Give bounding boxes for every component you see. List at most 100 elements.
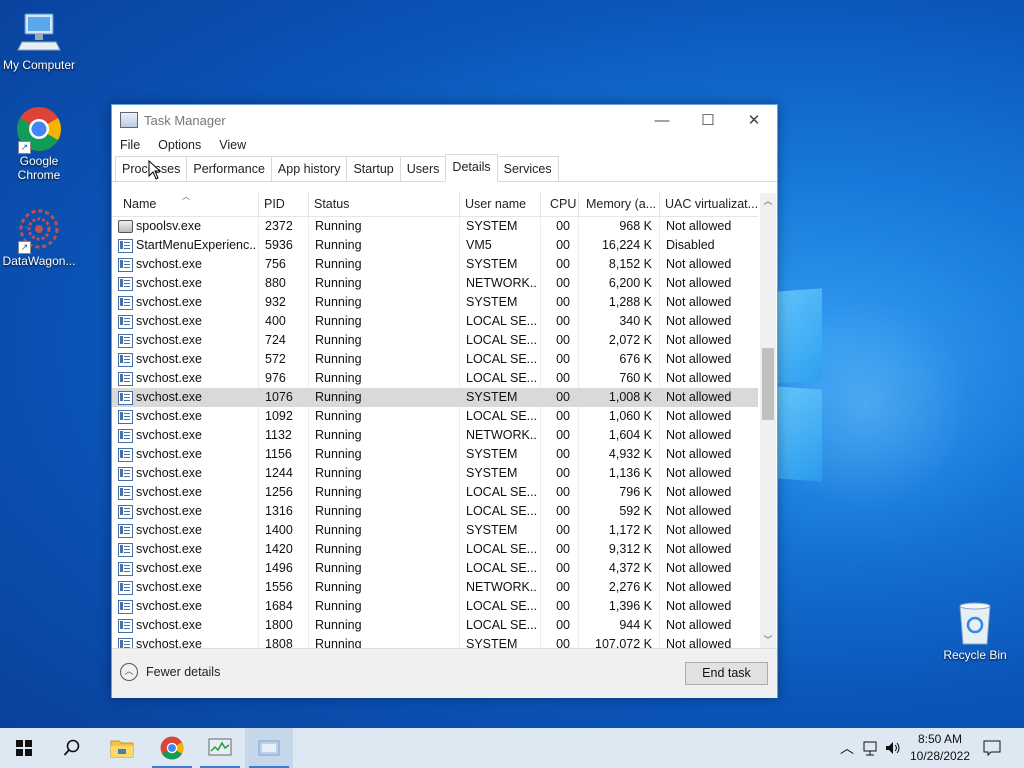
scrollbar-thumb[interactable] (762, 348, 774, 420)
table-header: Name PID Status User name CPU Memory (a.… (112, 193, 758, 217)
table-row[interactable]: spoolsv.exe 2372 Running SYSTEM 00 968 K Not a… (112, 217, 758, 236)
column-header-cpu[interactable]: CPU (550, 193, 576, 216)
table-row[interactable]: svchost.exe 724 Running LOCAL SE... 00 2,072 … (112, 331, 758, 350)
table-row[interactable]: svchost.exe 400 Running LOCAL SE... 00 340 K N… (112, 312, 758, 331)
taskbar-task-manager[interactable] (196, 728, 244, 768)
table-row[interactable]: svchost.exe 1496 Running LOCAL SE... 00 4,372… (112, 559, 758, 578)
table-row[interactable]: svchost.exe 976 Running LOCAL SE... 00 760 K N… (112, 369, 758, 388)
table-row[interactable]: svchost.exe 1556 Running NETWORK... 00 2,276 … (112, 578, 758, 597)
process-icon (118, 391, 133, 405)
cell-name: svchost.exe (136, 542, 203, 556)
minimize-button[interactable]: ― (639, 105, 685, 135)
column-header-uac[interactable]: UAC virtualizat... (665, 193, 757, 216)
table-row[interactable]: svchost.exe 1400 Running SYSTEM 00 1,172 K Not… (112, 521, 758, 540)
table-row[interactable]: svchost.exe 1256 Running LOCAL SE... 00 796 K… (112, 483, 758, 502)
table-row[interactable]: StartMenuExperienc... 5936 Running VM5 00 16,… (112, 236, 758, 255)
maximize-button[interactable]: ☐ (685, 105, 731, 135)
tab-startup[interactable]: Startup (346, 156, 401, 181)
system-clock[interactable]: 8:50 AM 10/28/2022 (900, 731, 980, 765)
close-button[interactable]: ✕ (731, 105, 777, 135)
menu-options[interactable]: Options (158, 138, 201, 152)
cell-cpu: 00 (556, 637, 570, 648)
table-row[interactable]: svchost.exe 932 Running SYSTEM 00 1,288 K Not … (112, 293, 758, 312)
cell-name: svchost.exe (136, 295, 203, 309)
process-icon (118, 486, 133, 500)
cell-cpu: 00 (556, 371, 570, 385)
folder-icon (110, 740, 134, 758)
cell-uac: Not allowed (666, 561, 732, 575)
table-row[interactable]: svchost.exe 1076 Running SYSTEM 00 1,008 K Not… (112, 388, 758, 407)
cell-pid: 572 (265, 352, 286, 366)
table-row[interactable]: svchost.exe 1420 Running LOCAL SE... 00 9,312… (112, 540, 758, 559)
cell-pid: 1132 (265, 428, 292, 442)
process-icon (118, 467, 133, 481)
clock-time: 8:50 AM (917, 732, 963, 746)
cell-status: Running (315, 447, 362, 461)
cell-mem: 6,200 K (608, 276, 652, 290)
notifications-button[interactable] (980, 728, 1004, 768)
cell-mem: 944 K (619, 618, 652, 632)
cell-name: svchost.exe (136, 580, 203, 594)
column-header-user-name[interactable]: User name (465, 193, 540, 216)
search-button[interactable] (48, 728, 96, 768)
tab-users[interactable]: Users (399, 156, 447, 181)
taskbar-file-explorer[interactable] (98, 728, 146, 768)
cell-mem: 676 K (619, 352, 652, 366)
cell-cpu: 00 (556, 409, 570, 423)
menu-file[interactable]: File (120, 138, 140, 152)
tab-services[interactable]: Services (496, 156, 559, 181)
cell-uac: Not allowed (666, 504, 732, 518)
tab-performance[interactable]: Performance (186, 156, 272, 181)
table-row[interactable]: svchost.exe 1244 Running SYSTEM 00 1,136 K Not… (112, 464, 758, 483)
cell-pid: 1808 (265, 637, 293, 648)
end-task-button[interactable]: End task (685, 662, 768, 685)
tab-details[interactable]: Details (445, 154, 498, 182)
column-header-memory[interactable]: Memory (a... (586, 193, 656, 216)
window-title: Task Manager (144, 112, 226, 128)
cell-status: Running (315, 580, 362, 594)
table-row[interactable]: svchost.exe 1808 Running SYSTEM 00 107,072 K N… (112, 635, 758, 648)
table-row[interactable]: svchost.exe 572 Running LOCAL SE... 00 676 K N… (112, 350, 758, 369)
table-row[interactable]: svchost.exe 756 Running SYSTEM 00 8,152 K Not … (112, 255, 758, 274)
process-icon (118, 600, 133, 614)
desktop-icon-recycle-bin[interactable]: Recycle Bin (937, 600, 1013, 662)
cell-user: LOCAL SE... (466, 352, 538, 366)
show-hidden-icons-button[interactable]: ︿ (838, 728, 856, 768)
fewer-details-link[interactable]: ︿ Fewer details (120, 663, 220, 681)
process-icon (118, 296, 133, 310)
table-row[interactable]: svchost.exe 1132 Running NETWORK... 00 1,604 … (112, 426, 758, 445)
menu-view[interactable]: View (219, 138, 246, 152)
cell-uac: Not allowed (666, 314, 732, 328)
vertical-scrollbar[interactable]: ︿ ﹀ (760, 193, 776, 648)
cell-status: Running (315, 523, 362, 537)
process-icon (118, 277, 133, 291)
cell-name: svchost.exe (136, 276, 203, 290)
desktop-icon-datawagon[interactable]: ↗ DataWagon... (1, 206, 77, 268)
cell-uac: Not allowed (666, 466, 732, 480)
start-button[interactable] (0, 728, 48, 768)
taskbar-app[interactable] (245, 728, 293, 768)
table-row[interactable]: svchost.exe 880 Running NETWORK... 00 6,200 K… (112, 274, 758, 293)
scroll-down-icon[interactable]: ﹀ (760, 632, 776, 648)
table-row[interactable]: svchost.exe 1800 Running LOCAL SE... 00 944 K… (112, 616, 758, 635)
desktop-icon-google-chrome[interactable]: ↗ Google Chrome (1, 106, 77, 182)
cell-status: Running (315, 485, 362, 499)
taskbar-chrome[interactable] (148, 728, 196, 768)
cell-status: Running (315, 257, 362, 271)
table-row[interactable]: svchost.exe 1684 Running LOCAL SE... 00 1,396… (112, 597, 758, 616)
title-bar[interactable]: Task Manager ― ☐ ✕ (112, 105, 777, 135)
column-header-name[interactable]: Name (123, 193, 253, 216)
table-row[interactable]: svchost.exe 1156 Running SYSTEM 00 4,932 K Not… (112, 445, 758, 464)
scroll-up-icon[interactable]: ︿ (760, 193, 776, 209)
tab-app-history[interactable]: App history (270, 156, 348, 181)
network-icon[interactable] (860, 728, 882, 768)
shortcut-arrow-icon: ↗ (18, 141, 31, 154)
cell-name: StartMenuExperienc... (136, 238, 256, 252)
chrome-icon: ↗ (16, 106, 62, 154)
desktop-icon-my-computer[interactable]: My Computer (1, 10, 77, 72)
table-row[interactable]: svchost.exe 1092 Running LOCAL SE... 00 1,060… (112, 407, 758, 426)
process-list: spoolsv.exe 2372 Running SYSTEM 00 968 K Not a… (112, 217, 758, 648)
table-row[interactable]: svchost.exe 1316 Running LOCAL SE... 00 592 K… (112, 502, 758, 521)
column-header-status[interactable]: Status (314, 193, 454, 216)
column-header-pid[interactable]: PID (264, 193, 304, 216)
